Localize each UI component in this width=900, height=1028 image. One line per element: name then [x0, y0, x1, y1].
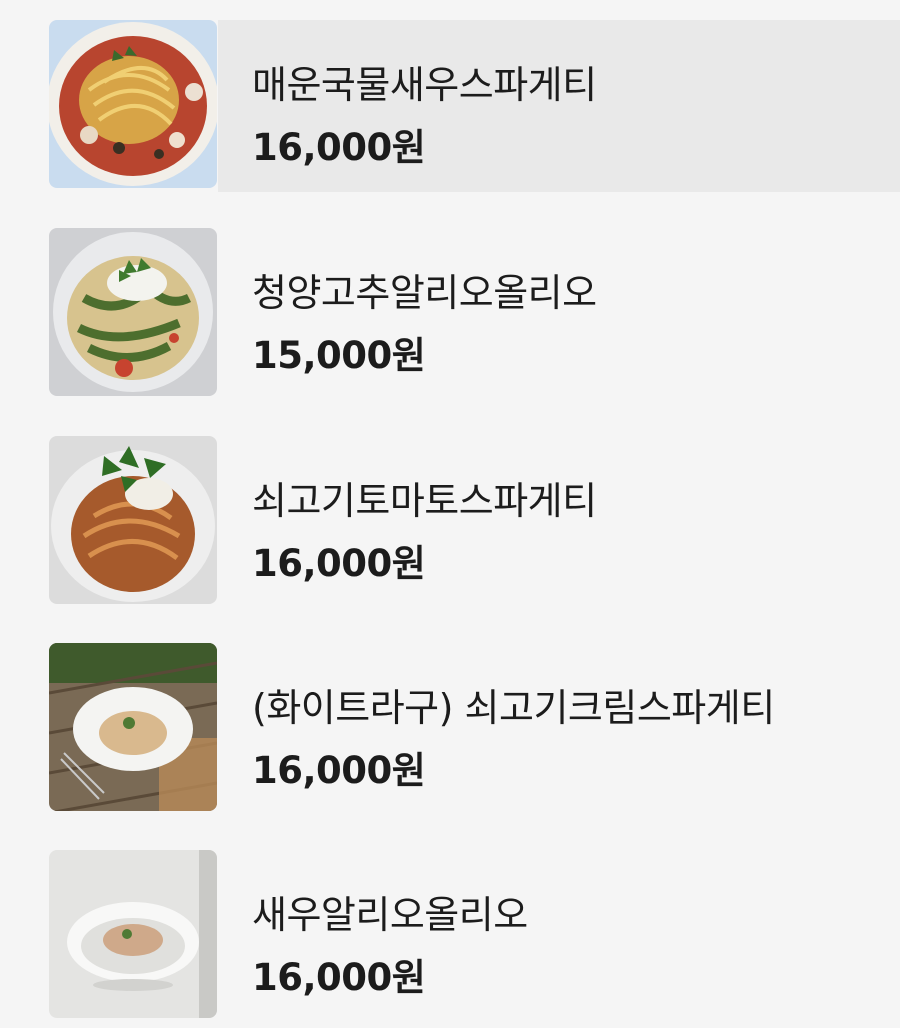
- menu-item-image[interactable]: [49, 20, 217, 188]
- menu-item-price: 16,000원: [252, 749, 426, 792]
- menu-item-name: 청양고추알리오올리오: [252, 271, 597, 315]
- menu-item-chili-aglio-olio[interactable]: 청양고추알리오올리오 15,000원: [0, 228, 900, 400]
- menu-item-image[interactable]: [49, 436, 217, 604]
- menu-item-image[interactable]: [49, 228, 217, 396]
- beef-tomato-spaghetti-photo-icon: [49, 436, 217, 604]
- shrimp-aglio-olio-photo-icon: [49, 850, 217, 1018]
- menu-item-name: (화이트라구) 쇠고기크림스파게티: [252, 686, 775, 730]
- menu-item-name: 쇠고기토마토스파게티: [252, 479, 597, 523]
- spicy-shrimp-spaghetti-photo-icon: [49, 20, 217, 188]
- menu-list: 매운국물새우스파게티 16,000원 청양고추알리오올리오 15,000원 쇠고…: [0, 0, 900, 1028]
- menu-item-price: 16,000원: [252, 956, 426, 999]
- menu-item-spicy-shrimp-spaghetti[interactable]: 매운국물새우스파게티 16,000원: [0, 20, 900, 192]
- menu-item-beef-tomato-spaghetti[interactable]: 쇠고기토마토스파게티 16,000원: [0, 436, 900, 608]
- menu-item-price: 16,000원: [252, 542, 426, 585]
- menu-item-beef-cream-spaghetti[interactable]: (화이트라구) 쇠고기크림스파게티 16,000원: [0, 643, 900, 815]
- beef-cream-spaghetti-photo-icon: [49, 643, 217, 811]
- menu-item-image[interactable]: [49, 643, 217, 811]
- menu-item-image[interactable]: [49, 850, 217, 1018]
- menu-item-price: 16,000원: [252, 126, 426, 169]
- menu-item-name: 매운국물새우스파게티: [252, 63, 597, 107]
- chili-aglio-olio-photo-icon: [49, 228, 217, 396]
- menu-item-shrimp-aglio-olio[interactable]: 새우알리오올리오 16,000원: [0, 850, 900, 1022]
- menu-item-name: 새우알리오올리오: [252, 893, 528, 937]
- menu-item-price: 15,000원: [252, 334, 426, 377]
